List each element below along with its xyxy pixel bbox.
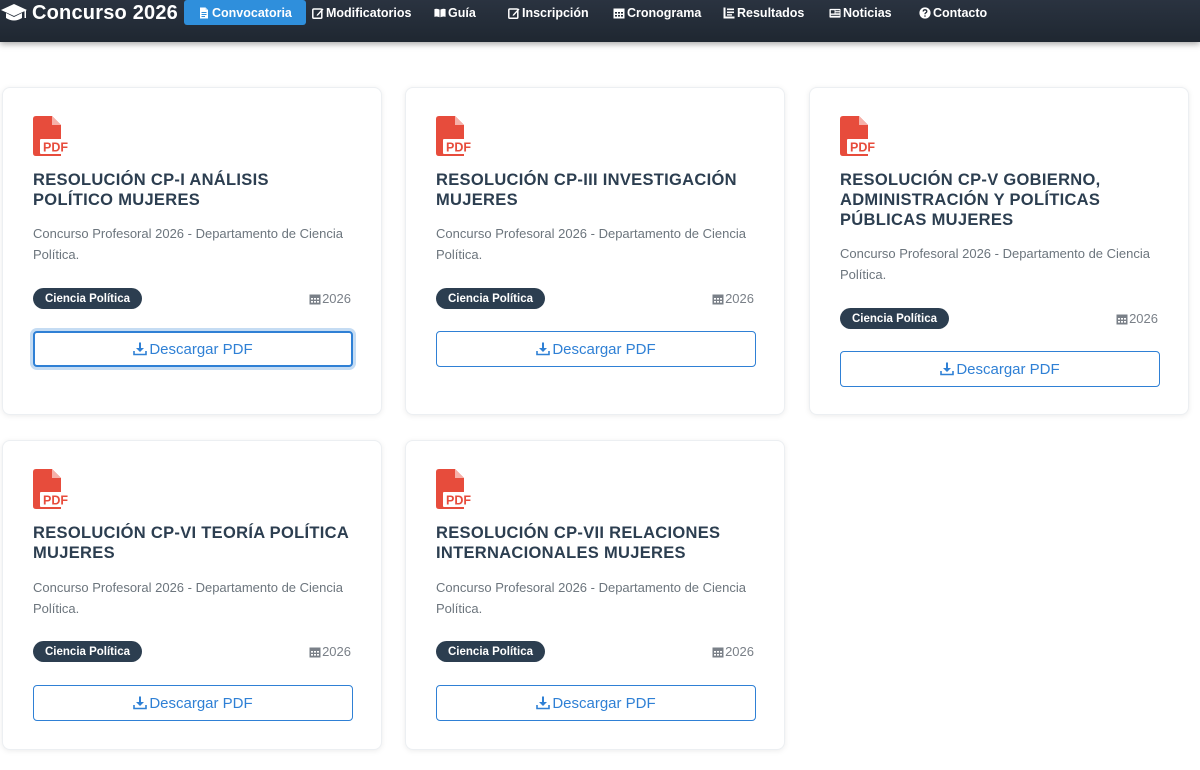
download-icon bbox=[940, 362, 955, 376]
resolution-card: PDF RESOLUCIÓN CP-VII RELACIONES INTERNA… bbox=[405, 440, 785, 750]
nav-guia-label: Guía bbox=[448, 5, 476, 20]
pdf-file-icon: PDF bbox=[840, 116, 878, 156]
calendar-icon bbox=[712, 293, 724, 305]
newspaper-icon bbox=[829, 7, 841, 19]
category-badge: Ciencia Política bbox=[33, 641, 143, 662]
year-value: 2026 bbox=[322, 644, 351, 659]
calendar-icon bbox=[309, 293, 321, 305]
brand-title: Concurso 2026 bbox=[32, 1, 178, 24]
resolution-card: PDF RESOLUCIÓN CP-V GOBIERNO, ADMINISTRA… bbox=[809, 87, 1189, 415]
year-value: 2026 bbox=[322, 291, 351, 306]
svg-text:PDF: PDF bbox=[446, 141, 471, 155]
nav-noticias-label: Noticias bbox=[843, 5, 892, 20]
category-badge: Ciencia Política bbox=[436, 288, 546, 309]
question-circle-icon bbox=[919, 6, 931, 19]
svg-text:PDF: PDF bbox=[446, 494, 471, 508]
edit-square-icon bbox=[312, 7, 324, 19]
resolution-card: PDF RESOLUCIÓN CP-III INVESTIGACIÓN MUJE… bbox=[405, 87, 785, 415]
download-pdf-button[interactable]: Descargar PDF bbox=[436, 331, 756, 367]
year-label: 2026 bbox=[712, 288, 754, 309]
pdf-file-icon: PDF bbox=[33, 116, 71, 156]
download-icon bbox=[133, 342, 148, 356]
svg-text:PDF: PDF bbox=[43, 141, 68, 155]
pdf-file-icon: PDF bbox=[436, 469, 474, 509]
card-description: Concurso Profesoral 2026 - Departamento … bbox=[436, 580, 747, 616]
nav-convocatoria-label: Convocatoria bbox=[212, 5, 292, 20]
card-description: Concurso Profesoral 2026 - Departamento … bbox=[33, 580, 344, 616]
year-label: 2026 bbox=[712, 641, 754, 662]
download-pdf-label: Descargar PDF bbox=[149, 694, 253, 712]
svg-text:PDF: PDF bbox=[850, 141, 875, 155]
nav-contacto[interactable]: Contacto bbox=[919, 0, 987, 25]
edit-square-icon bbox=[508, 7, 520, 19]
nav-resultados[interactable]: Resultados bbox=[723, 0, 804, 25]
resolution-card: PDF RESOLUCIÓN CP-VI TEORÍA POLÍTICA MUJ… bbox=[2, 440, 382, 750]
list-icon bbox=[723, 7, 735, 19]
download-pdf-button[interactable]: Descargar PDF bbox=[436, 685, 756, 721]
download-pdf-button[interactable]: Descargar PDF bbox=[33, 331, 353, 367]
download-icon bbox=[133, 696, 148, 710]
card-title: RESOLUCIÓN CP-III INVESTIGACIÓN MUJERES bbox=[436, 171, 737, 209]
book-open-icon bbox=[434, 7, 446, 19]
year-value: 2026 bbox=[725, 644, 754, 659]
card-title: RESOLUCIÓN CP-VI TEORÍA POLÍTICA MUJERES bbox=[33, 524, 349, 562]
nav-convocatoria[interactable]: Convocatoria bbox=[184, 0, 306, 25]
top-navbar: Concurso 2026 Convocatoria Modificatorio… bbox=[0, 0, 1200, 42]
download-icon bbox=[536, 696, 551, 710]
category-badge: Ciencia Política bbox=[436, 641, 546, 662]
year-value: 2026 bbox=[725, 291, 754, 306]
card-title: RESOLUCIÓN CP-I ANÁLISIS POLÍTICO MUJERE… bbox=[33, 171, 269, 209]
year-label: 2026 bbox=[309, 288, 351, 309]
card-description: Concurso Profesoral 2026 - Departamento … bbox=[436, 226, 747, 262]
nav-modificatorios[interactable]: Modificatorios bbox=[312, 0, 411, 25]
nav-contacto-label: Contacto bbox=[933, 5, 988, 20]
nav-noticias[interactable]: Noticias bbox=[829, 0, 892, 25]
calendar-icon bbox=[613, 7, 625, 19]
nav-inscripcion-label: Inscripción bbox=[522, 5, 589, 20]
nav-cronograma[interactable]: Cronograma bbox=[613, 0, 701, 25]
year-label: 2026 bbox=[1116, 308, 1158, 329]
year-label: 2026 bbox=[309, 641, 351, 662]
pdf-file-icon: PDF bbox=[33, 469, 71, 509]
calendar-icon bbox=[712, 646, 724, 658]
graduation-cap-icon bbox=[0, 3, 28, 23]
card-description: Concurso Profesoral 2026 - Departamento … bbox=[840, 246, 1151, 282]
nav-cronograma-label: Cronograma bbox=[627, 5, 702, 20]
nav-inscripcion[interactable]: Inscripción bbox=[508, 0, 589, 25]
svg-text:PDF: PDF bbox=[43, 494, 68, 508]
file-document-icon bbox=[198, 7, 210, 19]
card-title: RESOLUCIÓN CP-VII RELACIONES INTERNACION… bbox=[436, 524, 721, 562]
pdf-file-icon: PDF bbox=[436, 116, 474, 156]
nav-modificatorios-label: Modificatorios bbox=[326, 5, 412, 20]
nav-guia[interactable]: Guía bbox=[434, 0, 476, 25]
brand-logo[interactable]: Concurso 2026 bbox=[0, 0, 178, 26]
resolution-card: PDF RESOLUCIÓN CP-I ANÁLISIS POLÍTICO MU… bbox=[2, 87, 382, 415]
calendar-icon bbox=[309, 646, 321, 658]
year-value: 2026 bbox=[1129, 311, 1158, 326]
calendar-icon bbox=[1116, 313, 1128, 325]
card-title: RESOLUCIÓN CP-V GOBIERNO, ADMINISTRACIÓN… bbox=[840, 171, 1101, 229]
nav-resultados-label: Resultados bbox=[737, 5, 805, 20]
download-pdf-button[interactable]: Descargar PDF bbox=[840, 351, 1160, 387]
download-icon bbox=[536, 342, 551, 356]
category-badge: Ciencia Política bbox=[33, 288, 143, 309]
download-pdf-label: Descargar PDF bbox=[552, 694, 656, 712]
download-pdf-label: Descargar PDF bbox=[956, 360, 1060, 378]
download-pdf-label: Descargar PDF bbox=[552, 340, 656, 358]
category-badge: Ciencia Política bbox=[840, 308, 950, 329]
download-pdf-label: Descargar PDF bbox=[149, 340, 253, 358]
download-pdf-button[interactable]: Descargar PDF bbox=[33, 685, 353, 721]
card-description: Concurso Profesoral 2026 - Departamento … bbox=[33, 226, 344, 262]
